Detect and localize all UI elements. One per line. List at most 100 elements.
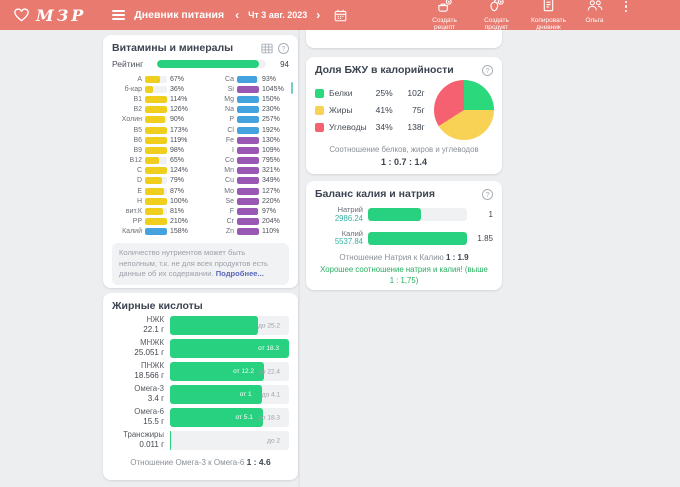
bju-legend: Белки 25% 102г Жиры 41% 75г Углеводы 34%…	[315, 85, 425, 136]
nutrients-note: Количество нутриентов может быть неполны…	[112, 243, 289, 285]
nutrient-bar-fill	[237, 146, 259, 154]
nutrient-label: Na	[225, 106, 234, 114]
nutrient-bar-fill	[237, 95, 259, 103]
nutrient-label: A	[137, 75, 142, 83]
legend-color-swatch	[315, 88, 324, 98]
create-product-button[interactable]: Создать продукт	[474, 0, 520, 32]
panel-scrollbar-thumb[interactable]	[291, 82, 293, 94]
fatty-acid-bar-track: от 12.2 до 22.4	[170, 362, 289, 381]
nutrient-bar-fill	[145, 126, 167, 134]
nutrient-bar-track	[145, 218, 167, 226]
rating-row: Рейтинг 94	[112, 59, 289, 69]
fatty-acid-bar-track: от 5.1 до 18.3	[170, 408, 289, 427]
balance-row: Натрий 2986.24 1	[315, 205, 493, 224]
nutrient-percent: 87%	[170, 187, 185, 195]
calendar-icon[interactable]	[334, 9, 347, 22]
read-more-link[interactable]: Подробнее...	[216, 269, 264, 278]
nutrient-label: PP	[132, 218, 142, 226]
nutrient-percent: 110%	[262, 228, 280, 236]
nutrient-bar-track	[237, 218, 259, 226]
nutrient-bar-track	[145, 228, 167, 236]
nutrient-bar-track	[237, 136, 259, 144]
nutrient-label: б-кар	[124, 85, 142, 93]
legend-grams: 75г	[412, 105, 425, 115]
create-product-icon	[489, 0, 504, 17]
page-title: Дневник питания	[134, 9, 225, 21]
nutrient-bar-fill	[145, 136, 167, 144]
balance-ratio-value: 1.85	[477, 233, 493, 243]
help-icon[interactable]: ?	[278, 42, 289, 54]
nutrient-bar-fill	[237, 75, 258, 83]
nutrient-row: F 97%	[204, 206, 289, 216]
fatty-acid-row: Омега-6 15.5 г от 5.1 до 18.3	[112, 407, 289, 427]
nutrient-bar-fill	[145, 75, 160, 83]
next-day-button[interactable]: ›	[314, 9, 322, 21]
nutrient-row: B9 98%	[112, 145, 197, 155]
nutrient-row: Калий 158%	[112, 227, 197, 237]
nutrient-row: P 257%	[204, 115, 289, 125]
nutrient-row: C 124%	[112, 166, 197, 176]
nutrient-percent: 150%	[262, 95, 280, 103]
nutrient-label: Mo	[224, 187, 234, 195]
nutrient-percent: 124%	[170, 167, 188, 175]
create-recipe-button[interactable]: Создать рецепт	[422, 0, 468, 32]
nutrient-bar-track	[145, 126, 167, 134]
bju-legend-row: Углеводы 34% 138г	[315, 119, 425, 136]
nutrient-bar-fill	[145, 187, 165, 195]
fatty-acid-value: 3.4 г	[147, 394, 164, 404]
top-bar: МЗР Дневник питания ‹ Чт 3 авг. 2023 › С…	[0, 0, 680, 32]
rating-value: 94	[280, 59, 289, 69]
menu-icon[interactable]	[110, 8, 127, 22]
vitamins-column: A 67% б-кар 36% B1 114% B2 126% Холин 90…	[112, 74, 197, 237]
fatty-acid-bar-track: до 2	[170, 431, 289, 450]
fatty-acid-bar-fill	[170, 431, 172, 450]
norm-to-label: до 18.3	[258, 414, 280, 421]
nutrient-bar-fill	[145, 85, 153, 93]
balance-row: Калий 5537.84 1.85	[315, 229, 493, 248]
user-menu-button[interactable]: Ольга	[578, 0, 612, 24]
balance-bar-fill	[368, 231, 467, 245]
nutrient-percent: 36%	[170, 85, 185, 93]
more-options-icon[interactable]	[622, 0, 631, 15]
nutrient-percent: 204%	[262, 218, 280, 226]
nutrient-percent: 67%	[170, 75, 185, 83]
legend-name: Белки	[329, 88, 353, 98]
help-icon[interactable]: ?	[482, 188, 493, 200]
legend-color-swatch	[315, 105, 324, 115]
balance-bar-track	[368, 231, 467, 245]
nutrient-row: PP 210%	[112, 217, 197, 227]
bju-legend-row: Белки 25% 102г	[315, 85, 425, 102]
nutrient-percent: 1045%	[262, 85, 284, 93]
nutrient-percent: 795%	[262, 157, 280, 165]
nutrient-row: б-кар 36%	[112, 84, 197, 94]
nutrient-row: Cr 204%	[204, 217, 289, 227]
nutrient-row: Co 795%	[204, 156, 289, 166]
nutrient-bar-track	[237, 146, 259, 154]
norm-to-label: до 25.2	[258, 322, 280, 329]
fatty-acid-name: ПНЖК	[141, 361, 164, 371]
bju-share-panel: Доля БЖУ в калорийности ? Белки 25% 102г…	[306, 57, 502, 174]
nutrient-row: Si 1045%	[204, 84, 289, 94]
copy-diary-button[interactable]: Копировать дневник	[526, 0, 572, 32]
omega-ratio-footer: Отношение Омега-3 к Омега-6 1 : 4.6	[112, 457, 289, 467]
fatty-acids-panel: Жирные кислоты НЖК 22.1 г до 25.2 МНЖК 2…	[103, 293, 298, 480]
nutrient-bar-track	[237, 177, 259, 185]
current-date[interactable]: Чт 3 авг. 2023	[248, 10, 307, 20]
norm-to-label: до 22.4	[258, 368, 280, 375]
nutrient-row: Холин 90%	[112, 115, 197, 125]
app-logo[interactable]: МЗР	[14, 6, 86, 25]
norm-to-label: до 4.1	[261, 391, 280, 398]
nutrient-label: P	[229, 116, 234, 124]
nutrient-label: Fe	[225, 136, 234, 144]
nutrient-percent: 349%	[262, 177, 280, 185]
nutrient-percent: 90%	[170, 116, 185, 124]
table-view-icon[interactable]	[261, 43, 273, 54]
nutrient-bar-track	[237, 208, 259, 216]
nutrient-bar-track	[237, 95, 259, 103]
column-scrollbar-track[interactable]	[298, 30, 300, 487]
nutrient-bar-fill	[145, 116, 165, 124]
legend-color-swatch	[315, 122, 324, 132]
nutrient-bar-fill	[237, 167, 259, 175]
help-icon[interactable]: ?	[482, 64, 493, 76]
prev-day-button[interactable]: ‹	[233, 9, 241, 21]
